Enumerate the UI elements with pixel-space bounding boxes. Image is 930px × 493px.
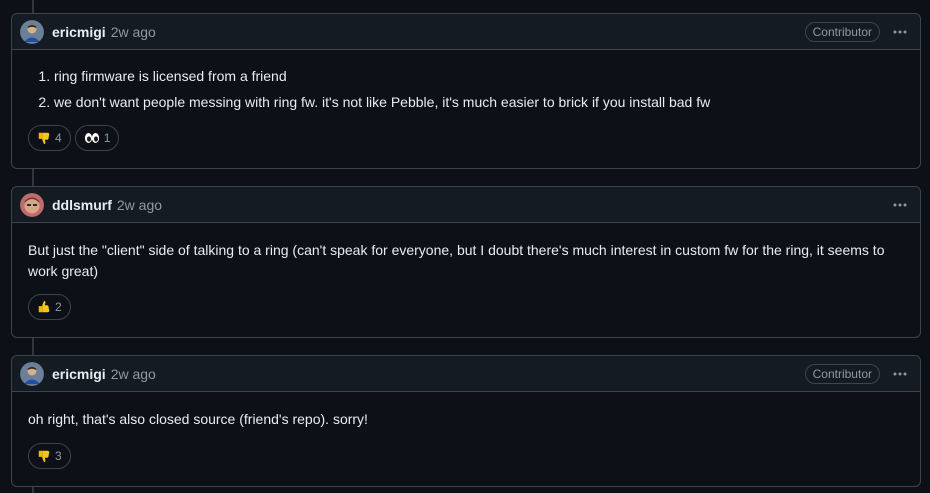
timestamp[interactable]: 2w ago [111,366,156,382]
list-item: we don't want people messing with ring f… [54,92,904,113]
timeline-line [32,338,34,355]
comment-list: ring firmware is licensed from a friend … [28,66,904,113]
thumbs-down-icon [37,131,51,145]
timeline-line [32,0,34,13]
avatar-image [20,192,44,217]
timeline-line [32,487,34,493]
list-item: ring firmware is licensed from a friend [54,66,904,87]
reaction-count: 4 [55,131,62,145]
avatar[interactable] [20,19,44,44]
comment-card: ddlsmurf 2w ago But just the "client" si… [11,186,921,338]
more-options-button[interactable] [888,362,912,386]
comment-text: oh right, that's also closed source (fri… [28,411,368,427]
reaction-thumbs-down[interactable]: 4 [28,125,71,151]
comment-header: ericmigi 2w ago Contributor [12,14,920,50]
avatar[interactable] [20,361,44,386]
author-name[interactable]: ericmigi [52,24,106,40]
contributor-badge: Contributor [804,363,880,384]
reaction-count: 3 [55,449,62,463]
author-name[interactable]: ericmigi [52,366,106,382]
avatar-image [20,19,44,44]
reaction-thumbs-down[interactable]: 3 [28,443,71,469]
timestamp[interactable]: 2w ago [111,24,156,40]
kebab-horizontal-icon [893,30,907,33]
reactions-bar: 3 [12,443,87,469]
thumbs-down-icon [37,449,51,463]
comment-header: ericmigi 2w ago Contributor [12,356,920,392]
reaction-count: 2 [55,300,62,314]
reaction-count: 1 [103,131,111,145]
comment-text: But just the "client" side of talking to… [28,242,885,279]
author-name[interactable]: ddlsmurf [52,197,112,213]
comment-body: ring firmware is licensed from a friend … [12,50,920,113]
timeline-line [32,169,34,186]
comment-card: ericmigi 2w ago Contributor ring firmwar… [11,13,921,169]
avatar[interactable] [20,192,44,217]
comment-thread: ericmigi 2w ago Contributor ring firmwar… [0,0,930,493]
comment-body: oh right, that's also closed source (fri… [12,392,920,430]
reactions-bar: 4 1 [12,125,135,151]
comment-card: ericmigi 2w ago Contributor oh right, th… [11,355,921,487]
comment-body: But just the "client" side of talking to… [12,223,920,282]
reaction-thumbs-up[interactable]: 2 [28,294,71,320]
thumbs-up-icon [37,300,51,314]
more-options-button[interactable] [888,193,912,217]
timestamp[interactable]: 2w ago [117,197,162,213]
eyes-icon [84,131,100,145]
reaction-eyes[interactable]: 1 [74,125,120,151]
avatar-image [20,361,44,386]
reactions-bar: 2 [12,294,87,320]
comment-header: ddlsmurf 2w ago [12,187,920,223]
kebab-horizontal-icon [893,372,907,375]
kebab-horizontal-icon [893,203,907,206]
more-options-button[interactable] [888,20,912,44]
contributor-badge: Contributor [804,21,880,42]
